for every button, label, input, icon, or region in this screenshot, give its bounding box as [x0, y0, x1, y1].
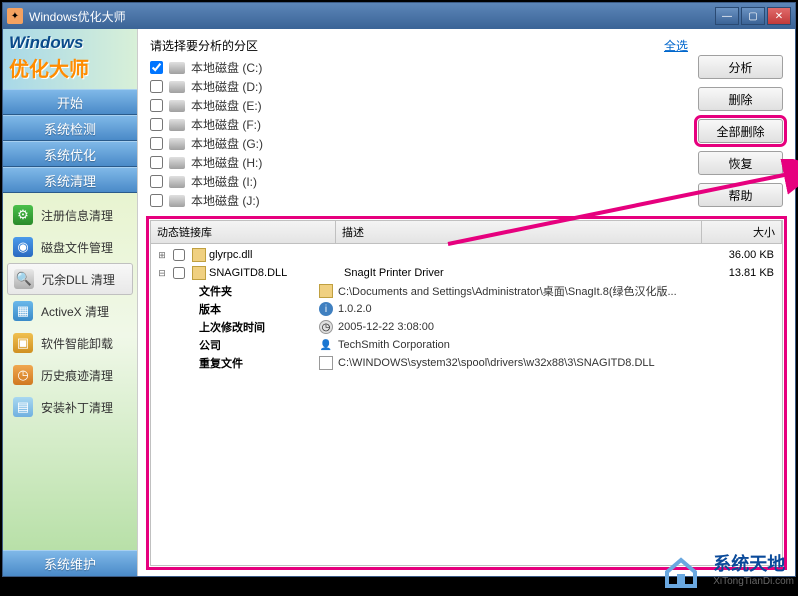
- tree-expand-icon[interactable]: ⊞: [155, 250, 169, 261]
- nav-registry-clean[interactable]: ⚙注册信息清理: [3, 199, 137, 231]
- minimize-button[interactable]: —: [715, 7, 739, 25]
- watermark-title: 系统天地: [713, 550, 794, 576]
- detail-company: 公司👤TechSmith Corporation: [151, 336, 782, 354]
- drive-icon: [169, 138, 185, 150]
- drive-icon: [169, 157, 185, 169]
- window-body: Windows 优化大师 开始 系统检测 系统优化 系统清理 ⚙注册信息清理 ◉…: [3, 29, 795, 576]
- tree-collapse-icon[interactable]: ⊟: [155, 268, 169, 279]
- restore-button[interactable]: 恢复: [698, 151, 783, 175]
- result-row[interactable]: ⊟ SNAGITD8.DLL SnagIt Printer Driver 13.…: [151, 264, 782, 282]
- dll-file-icon: [192, 266, 206, 280]
- disk-icon: ◉: [13, 237, 33, 257]
- drive-j-checkbox[interactable]: [150, 194, 163, 207]
- drive-i-checkbox[interactable]: [150, 175, 163, 188]
- logo-line2: 优化大师: [9, 53, 131, 82]
- folder-icon: [319, 284, 333, 298]
- drive-f-checkbox[interactable]: [150, 118, 163, 131]
- drive-f[interactable]: 本地磁盘 (F:): [150, 115, 688, 134]
- watermark-icon: [659, 544, 707, 592]
- action-buttons: 分析 删除 全部删除 恢复 帮助: [688, 37, 783, 210]
- nav-dll-clean[interactable]: 🔍冗余DLL 清理: [7, 263, 133, 295]
- col-name[interactable]: 动态链接库: [151, 221, 336, 243]
- activex-icon: ▦: [13, 301, 33, 321]
- tab-optimize[interactable]: 系统优化: [3, 141, 137, 167]
- drive-i[interactable]: 本地磁盘 (I:): [150, 172, 688, 191]
- logo: Windows 优化大师: [3, 29, 137, 89]
- drive-icon: [169, 100, 185, 112]
- results-list: 动态链接库 描述 大小 ⊞ glyrpc.dll 36.00 KB ⊟: [150, 220, 783, 566]
- drive-e-checkbox[interactable]: [150, 99, 163, 112]
- row-checkbox[interactable]: [173, 267, 185, 279]
- main-panel: 请选择要分析的分区 全选 本地磁盘 (C:) 本地磁盘 (D:) 本地磁盘 (E…: [138, 29, 795, 576]
- window-controls: — ▢ ✕: [715, 7, 791, 25]
- row-checkbox[interactable]: [173, 249, 185, 261]
- drive-d[interactable]: 本地磁盘 (D:): [150, 77, 688, 96]
- sidebar: Windows 优化大师 开始 系统检测 系统优化 系统清理 ⚙注册信息清理 ◉…: [3, 29, 138, 576]
- drive-h-checkbox[interactable]: [150, 156, 163, 169]
- drive-g[interactable]: 本地磁盘 (G:): [150, 134, 688, 153]
- analyze-button[interactable]: 分析: [698, 55, 783, 79]
- nav-list: ⚙注册信息清理 ◉磁盘文件管理 🔍冗余DLL 清理 ▦ActiveX 清理 ▣软…: [3, 193, 137, 550]
- window-title: Windows优化大师: [29, 8, 715, 25]
- drive-list: 本地磁盘 (C:) 本地磁盘 (D:) 本地磁盘 (E:) 本地磁盘 (F:) …: [150, 58, 688, 210]
- drive-icon: [169, 62, 185, 74]
- nav-history-clean[interactable]: ◷历史痕迹清理: [3, 359, 137, 391]
- drive-icon: [169, 176, 185, 188]
- patch-icon: ▤: [13, 397, 33, 417]
- maximize-button[interactable]: ▢: [741, 7, 765, 25]
- nav-disk-manage[interactable]: ◉磁盘文件管理: [3, 231, 137, 263]
- nav-software-uninstall[interactable]: ▣软件智能卸载: [3, 327, 137, 359]
- delete-button[interactable]: 删除: [698, 87, 783, 111]
- watermark: 系统天地 XiTongTianDi.com: [659, 544, 794, 592]
- registry-icon: ⚙: [13, 205, 33, 225]
- drive-c-checkbox[interactable]: [150, 61, 163, 74]
- detail-duplicate: 重复文件C:\WINDOWS\system32\spool\drivers\w3…: [151, 354, 782, 372]
- select-all-link[interactable]: 全选: [664, 37, 688, 54]
- tab-clean[interactable]: 系统清理: [3, 167, 137, 193]
- drive-h[interactable]: 本地磁盘 (H:): [150, 153, 688, 172]
- drive-c[interactable]: 本地磁盘 (C:): [150, 58, 688, 77]
- info-icon: i: [319, 302, 333, 316]
- col-desc[interactable]: 描述: [336, 221, 702, 243]
- drive-g-checkbox[interactable]: [150, 137, 163, 150]
- close-button[interactable]: ✕: [767, 7, 791, 25]
- tab-start[interactable]: 开始: [3, 89, 137, 115]
- drive-j[interactable]: 本地磁盘 (J:): [150, 191, 688, 210]
- drive-icon: [169, 81, 185, 93]
- result-row[interactable]: ⊞ glyrpc.dll 36.00 KB: [151, 246, 782, 264]
- titlebar: ✦ Windows优化大师 — ▢ ✕: [3, 3, 795, 29]
- logo-line1: Windows: [9, 33, 131, 53]
- results-header: 动态链接库 描述 大小: [151, 221, 782, 244]
- top-tabs: 开始 系统检测 系统优化 系统清理: [3, 89, 137, 193]
- delete-all-button[interactable]: 全部删除: [698, 119, 783, 143]
- partition-left: 请选择要分析的分区 全选 本地磁盘 (C:) 本地磁盘 (D:) 本地磁盘 (E…: [150, 37, 688, 210]
- drive-icon: [169, 119, 185, 131]
- tab-detect[interactable]: 系统检测: [3, 115, 137, 141]
- detail-version: 版本i1.0.2.0: [151, 300, 782, 318]
- app-icon: ✦: [7, 8, 23, 24]
- drive-icon: [169, 195, 185, 207]
- software-icon: ▣: [13, 333, 33, 353]
- detail-modified: 上次修改时间◷2005-12-22 3:08:00: [151, 318, 782, 336]
- drive-d-checkbox[interactable]: [150, 80, 163, 93]
- partition-area: 请选择要分析的分区 全选 本地磁盘 (C:) 本地磁盘 (D:) 本地磁盘 (E…: [138, 29, 795, 214]
- dll-file-icon: [192, 248, 206, 262]
- help-button[interactable]: 帮助: [698, 183, 783, 207]
- partition-label: 请选择要分析的分区: [150, 37, 258, 54]
- dll-icon: 🔍: [14, 269, 34, 289]
- partition-header: 请选择要分析的分区 全选: [150, 37, 688, 54]
- watermark-url: XiTongTianDi.com: [713, 576, 794, 587]
- results-body: ⊞ glyrpc.dll 36.00 KB ⊟ SNAGITD8.DLL Sna…: [151, 244, 782, 374]
- detail-folder: 文件夹C:\Documents and Settings\Administrat…: [151, 282, 782, 300]
- col-size[interactable]: 大小: [702, 221, 782, 243]
- clock-icon: ◷: [319, 320, 333, 334]
- app-window: ✦ Windows优化大师 — ▢ ✕ Windows 优化大师 开始 系统检测…: [2, 2, 796, 577]
- tab-maintenance[interactable]: 系统维护: [3, 550, 137, 576]
- nav-activex-clean[interactable]: ▦ActiveX 清理: [3, 295, 137, 327]
- drive-e[interactable]: 本地磁盘 (E:): [150, 96, 688, 115]
- nav-patch-clean[interactable]: ▤安装补丁清理: [3, 391, 137, 423]
- file-icon: [319, 356, 333, 370]
- history-icon: ◷: [13, 365, 33, 385]
- company-icon: 👤: [319, 338, 333, 352]
